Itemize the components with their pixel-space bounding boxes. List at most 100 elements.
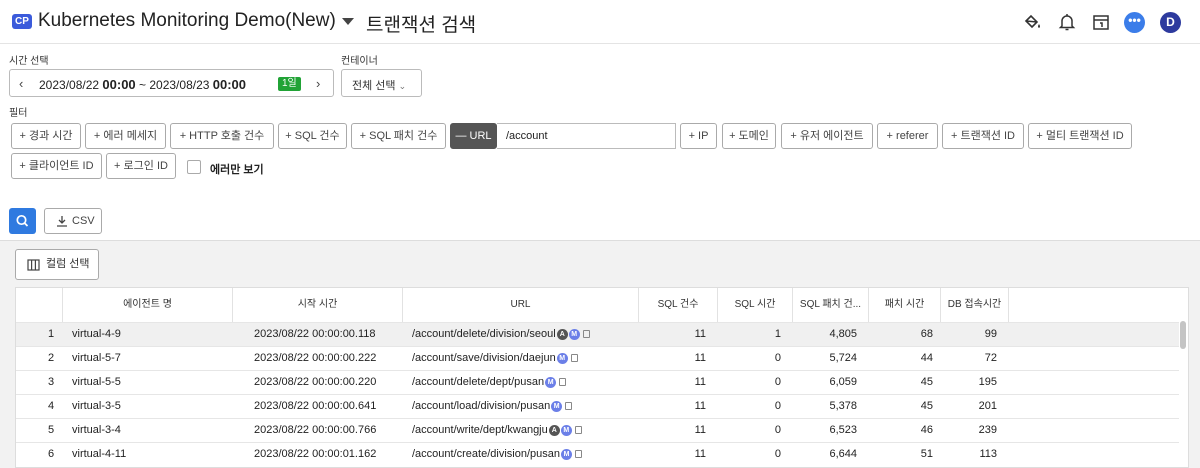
filter-chip-referer[interactable]: + referer <box>877 123 938 149</box>
agent-badge-m: M <box>560 448 572 460</box>
row-db-connect-time: 99 <box>984 328 997 340</box>
chevron-down-icon: ⌄ <box>398 81 407 91</box>
copy-icon[interactable] <box>565 402 573 411</box>
chat-icon[interactable]: ••• <box>1124 12 1145 33</box>
table-row[interactable]: 5 virtual-3-4 2023/08/22 00:00:00.766 /a… <box>16 418 1179 442</box>
project-title[interactable]: Kubernetes Monitoring Demo(New) <box>38 10 336 32</box>
row-fetch-count: 5,378 <box>829 400 857 412</box>
row-url-cell[interactable]: /account/load/division/pusan M <box>412 395 637 419</box>
column-header-index <box>16 288 63 322</box>
filter-chip-domain[interactable]: + 도메인 <box>722 123 776 149</box>
start-time: 00:00 <box>102 77 136 92</box>
search-button[interactable] <box>9 208 36 234</box>
row-sql-count: 11 <box>694 400 706 412</box>
row-url[interactable]: /account/load/division/pusan <box>412 400 550 412</box>
column-header-url[interactable]: URL <box>403 288 639 322</box>
filter-label: 필터 <box>9 108 28 119</box>
csv-export-button[interactable]: CSV <box>44 208 102 234</box>
filter-chip-user-agent[interactable]: + 유저 에이전트 <box>781 123 873 149</box>
copy-icon[interactable] <box>582 330 590 339</box>
filter-chip-url[interactable]: — URL <box>450 123 497 149</box>
filter-chip-elapsed[interactable]: + 경과 시간 <box>11 123 81 149</box>
end-time: 00:00 <box>212 77 247 92</box>
agent-badge-m: M <box>568 328 580 340</box>
copy-icon[interactable] <box>559 378 567 387</box>
row-agent: virtual-3-5 <box>72 400 121 412</box>
cp-badge: CP <box>12 14 32 29</box>
row-url-cell[interactable]: /account/save/division/daejun M <box>412 347 637 371</box>
bell-icon[interactable] <box>1057 12 1077 32</box>
row-url-cell[interactable]: /account/delete/dept/pusan M <box>412 371 637 395</box>
row-url-cell[interactable]: /account/delete/division/seoul A M <box>412 323 637 347</box>
row-fetch-time: 45 <box>920 376 933 388</box>
column-header-fetch-time[interactable]: 패치 시간 <box>869 288 941 322</box>
time-range-text[interactable]: 2023/08/22 00:00 ~ 2023/08/23 00:00 <box>39 77 246 92</box>
chevron-right-icon[interactable]: › <box>316 76 320 91</box>
filter-chip-ip[interactable]: + IP <box>680 123 717 149</box>
row-fetch-count: 6,644 <box>829 448 857 460</box>
table-row[interactable]: 6 virtual-4-11 2023/08/22 00:00:01.162 /… <box>16 442 1179 466</box>
row-sql-time: 0 <box>774 448 781 460</box>
copy-icon[interactable] <box>574 450 582 459</box>
row-url[interactable]: /account/write/dept/kwangju <box>412 424 548 436</box>
column-header-sql-count[interactable]: SQL 건수 <box>639 288 718 322</box>
chevron-down-icon[interactable] <box>342 18 354 25</box>
table-row[interactable]: 2 virtual-5-7 2023/08/22 00:00:00.222 /a… <box>16 346 1179 370</box>
table-row[interactable]: 1 virtual-4-9 2023/08/22 00:00:00.118 /a… <box>16 322 1179 346</box>
filter-chip-login-id[interactable]: + 로그인 ID <box>106 153 176 179</box>
column-header-agent[interactable]: 에이전트 명 <box>63 288 233 322</box>
row-sql-count: 11 <box>694 424 706 436</box>
filter-chip-sql-fetch[interactable]: + SQL 패치 건수 <box>351 123 446 149</box>
filter-chip-client-id[interactable]: + 클라이언트 ID <box>11 153 102 179</box>
row-agent: virtual-4-9 <box>72 328 121 340</box>
row-url[interactable]: /account/create/division/pusan <box>412 448 560 460</box>
row-agent: virtual-5-7 <box>72 352 121 364</box>
calendar-icon[interactable] <box>1091 12 1111 32</box>
errors-only-label: 에러만 보기 <box>210 164 264 176</box>
row-sql-time: 1 <box>774 328 781 340</box>
table-row[interactable]: 3 virtual-5-5 2023/08/22 00:00:00.220 /a… <box>16 370 1179 394</box>
column-header-sql-fetch-count[interactable]: SQL 패치 건... <box>793 288 869 322</box>
row-agent: virtual-3-4 <box>72 424 121 436</box>
chevron-left-icon[interactable]: ‹ <box>19 76 23 91</box>
container-select[interactable]: 전체 선택 ⌄ <box>341 69 422 97</box>
paint-bucket-icon[interactable] <box>1022 12 1042 32</box>
filter-chip-multi-transaction-id[interactable]: + 멀티 트랜잭션 ID <box>1028 123 1132 149</box>
copy-icon[interactable] <box>570 354 578 363</box>
page-title: 트랜잭션 검색 <box>366 15 477 36</box>
row-url[interactable]: /account/delete/division/seoul <box>412 328 556 340</box>
column-header-db-connect-time[interactable]: DB 접속시간 <box>941 288 1009 322</box>
filter-chip-error-message[interactable]: + 에러 메세지 <box>85 123 166 149</box>
copy-icon[interactable] <box>574 426 582 435</box>
filter-chip-transaction-id[interactable]: + 트랜잭션 ID <box>942 123 1024 149</box>
columns-icon <box>27 259 40 271</box>
row-db-connect-time: 239 <box>978 424 997 436</box>
row-fetch-time: 44 <box>920 352 933 364</box>
row-url[interactable]: /account/delete/dept/pusan <box>412 376 544 388</box>
row-fetch-count: 5,724 <box>829 352 857 364</box>
errors-only-checkbox[interactable] <box>187 160 201 174</box>
url-filter-input[interactable]: /account <box>497 123 676 149</box>
row-fetch-time: 51 <box>920 448 933 460</box>
end-date: 2023/08/23 <box>149 78 210 92</box>
column-header-sql-time[interactable]: SQL 시간 <box>718 288 793 322</box>
time-range-picker[interactable]: ‹ 2023/08/22 00:00 ~ 2023/08/23 00:00 1일… <box>9 69 334 97</box>
row-agent: virtual-5-5 <box>72 376 121 388</box>
row-fetch-time: 45 <box>920 400 933 412</box>
column-header-start-time[interactable]: 시작 시간 <box>233 288 403 322</box>
column-select-button[interactable]: 컬럼 선택 <box>15 249 99 280</box>
container-label: 컨테이너 <box>341 56 378 67</box>
row-url[interactable]: /account/save/division/daejun <box>412 352 556 364</box>
user-avatar[interactable]: D <box>1160 12 1181 33</box>
filter-chip-http-calls[interactable]: + HTTP 호출 건수 <box>170 123 274 149</box>
row-start-time: 2023/08/22 00:00:00.641 <box>254 400 377 412</box>
row-start-time: 2023/08/22 00:00:01.162 <box>254 448 377 460</box>
row-url-cell[interactable]: /account/create/division/pusan M <box>412 443 637 467</box>
table-row[interactable]: 4 virtual-3-5 2023/08/22 00:00:00.641 /a… <box>16 394 1179 418</box>
row-start-time: 2023/08/22 00:00:00.118 <box>254 328 376 340</box>
filter-chip-sql-count[interactable]: + SQL 건수 <box>278 123 347 149</box>
row-db-connect-time: 201 <box>978 400 997 412</box>
row-url-cell[interactable]: /account/write/dept/kwangju A M <box>412 419 637 443</box>
table-scrollbar[interactable] <box>1180 321 1186 349</box>
duration-badge: 1일 <box>278 77 301 91</box>
